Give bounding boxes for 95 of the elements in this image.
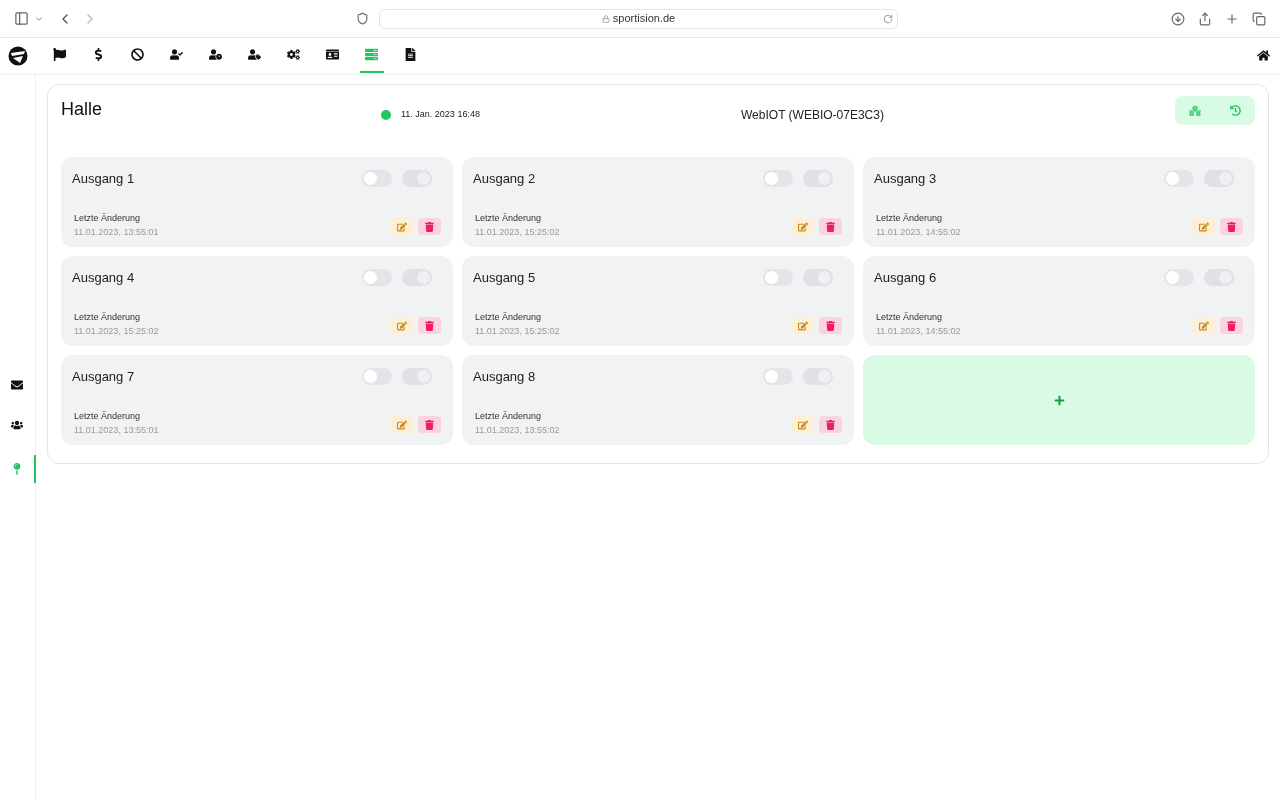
gears-icon bbox=[287, 48, 300, 61]
mail-icon bbox=[11, 379, 23, 391]
home-icon[interactable] bbox=[1257, 49, 1270, 62]
last-change-time: 11.01.2023, 14:55:02 bbox=[876, 324, 961, 338]
trash-icon bbox=[425, 320, 434, 331]
output-name: Ausgang 3 bbox=[874, 170, 937, 188]
ban-icon bbox=[131, 48, 144, 61]
toggle-switch[interactable] bbox=[763, 368, 793, 386]
output-name: Ausgang 5 bbox=[473, 269, 536, 287]
edit-button[interactable] bbox=[390, 416, 413, 433]
last-change-time: 11.01.2023, 14:55:02 bbox=[876, 225, 961, 239]
reload-icon[interactable] bbox=[883, 13, 893, 24]
last-change-time: 11.01.2023, 15:25:02 bbox=[74, 324, 159, 338]
last-change-label: Letzte Änderung bbox=[475, 212, 543, 225]
trash-icon bbox=[826, 320, 835, 331]
last-change-label: Letzte Änderung bbox=[74, 212, 142, 225]
address-bar[interactable]: sportision.de bbox=[379, 8, 898, 29]
share-icon[interactable] bbox=[1198, 11, 1212, 26]
delete-button[interactable] bbox=[418, 416, 441, 433]
last-change-label: Letzte Änderung bbox=[876, 212, 944, 225]
last-change-label: Letzte Änderung bbox=[876, 311, 944, 324]
trash-icon bbox=[425, 221, 434, 232]
device-name: WebIOT (WEBIO-07E3C3) bbox=[741, 107, 884, 124]
panel-title: Halle bbox=[61, 98, 104, 121]
users-icon bbox=[11, 419, 23, 431]
edit-button[interactable] bbox=[390, 317, 413, 334]
last-change-label: Letzte Änderung bbox=[475, 311, 543, 324]
edit-icon bbox=[396, 320, 407, 331]
edit-button[interactable] bbox=[1192, 218, 1215, 235]
document-icon bbox=[404, 48, 417, 61]
edit-icon bbox=[396, 419, 407, 430]
lock-icon bbox=[601, 14, 610, 23]
last-change-label: Letzte Änderung bbox=[74, 410, 142, 423]
logo-icon[interactable] bbox=[8, 45, 28, 66]
flag-icon bbox=[53, 48, 66, 61]
edit-icon bbox=[1198, 320, 1209, 331]
toggle-switch[interactable] bbox=[362, 170, 392, 188]
edit-button[interactable] bbox=[791, 317, 814, 334]
trash-icon bbox=[1227, 320, 1236, 331]
edit-button[interactable] bbox=[791, 218, 814, 235]
last-change-time: 11.01.2023, 13:55:01 bbox=[74, 225, 159, 239]
last-change-time: 11.01.2023, 15:25:02 bbox=[475, 324, 560, 338]
download-icon[interactable] bbox=[1171, 11, 1185, 26]
trash-icon bbox=[826, 419, 835, 430]
output-name: Ausgang 1 bbox=[72, 170, 135, 188]
trash-icon bbox=[425, 419, 434, 430]
last-change-label: Letzte Änderung bbox=[475, 410, 543, 423]
last-change-time: 11.01.2023, 13:55:02 bbox=[475, 423, 560, 437]
output-name: Ausgang 4 bbox=[72, 269, 135, 287]
trash-icon bbox=[1227, 221, 1236, 232]
delete-button[interactable] bbox=[418, 317, 441, 334]
delete-button[interactable] bbox=[1220, 218, 1243, 235]
toggle-switch[interactable] bbox=[362, 368, 392, 386]
edit-icon bbox=[396, 221, 407, 232]
delete-button[interactable] bbox=[819, 218, 842, 235]
edit-button[interactable] bbox=[791, 416, 814, 433]
pin-icon bbox=[11, 463, 23, 475]
dollar-icon bbox=[92, 48, 105, 61]
output-name: Ausgang 2 bbox=[473, 170, 536, 188]
id-card-icon bbox=[326, 48, 339, 61]
delete-button[interactable] bbox=[1220, 317, 1243, 334]
edit-icon bbox=[1198, 221, 1209, 232]
edit-icon bbox=[797, 419, 808, 430]
shield-icon[interactable] bbox=[356, 12, 369, 25]
toggle-switch[interactable] bbox=[1164, 269, 1194, 287]
user-clock-icon bbox=[209, 48, 222, 61]
edit-icon bbox=[797, 320, 808, 331]
tabs-icon[interactable] bbox=[1252, 11, 1266, 26]
output-name: Ausgang 8 bbox=[473, 368, 536, 386]
toggle-switch[interactable] bbox=[763, 269, 793, 287]
new-tab-icon[interactable] bbox=[1225, 11, 1239, 26]
sidebar-toggle-icon[interactable] bbox=[14, 11, 29, 26]
edit-button[interactable] bbox=[1192, 317, 1215, 334]
last-change-time: 11.01.2023, 13:55:01 bbox=[74, 423, 159, 437]
last-change-label: Letzte Änderung bbox=[74, 311, 142, 324]
output-name: Ausgang 7 bbox=[72, 368, 135, 386]
network-icon[interactable] bbox=[1189, 104, 1202, 117]
status-timestamp: 11. Jan. 2023 16:48 bbox=[401, 108, 481, 122]
user-tag-icon bbox=[248, 48, 261, 61]
url-text: sportision.de bbox=[612, 11, 676, 27]
server-icon bbox=[365, 48, 378, 61]
toggle-switch[interactable] bbox=[1164, 170, 1194, 188]
user-check-icon bbox=[170, 48, 183, 61]
trash-icon bbox=[826, 221, 835, 232]
delete-button[interactable] bbox=[819, 416, 842, 433]
history-icon[interactable] bbox=[1229, 105, 1241, 116]
last-change-time: 11.01.2023, 15:25:02 bbox=[475, 225, 560, 239]
delete-button[interactable] bbox=[819, 317, 842, 334]
plus-icon bbox=[1053, 394, 1065, 406]
edit-button[interactable] bbox=[390, 218, 413, 235]
toggle-switch[interactable] bbox=[362, 269, 392, 287]
delete-button[interactable] bbox=[418, 218, 441, 235]
toggle-switch[interactable] bbox=[763, 170, 793, 188]
output-name: Ausgang 6 bbox=[874, 269, 937, 287]
edit-icon bbox=[797, 221, 808, 232]
